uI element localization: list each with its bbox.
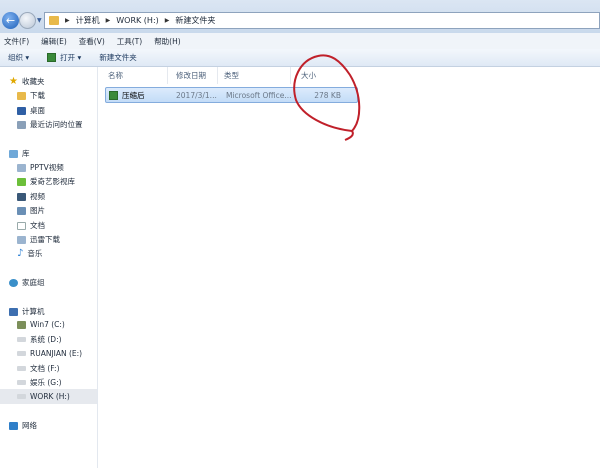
red-annotation-circle (293, 54, 361, 141)
